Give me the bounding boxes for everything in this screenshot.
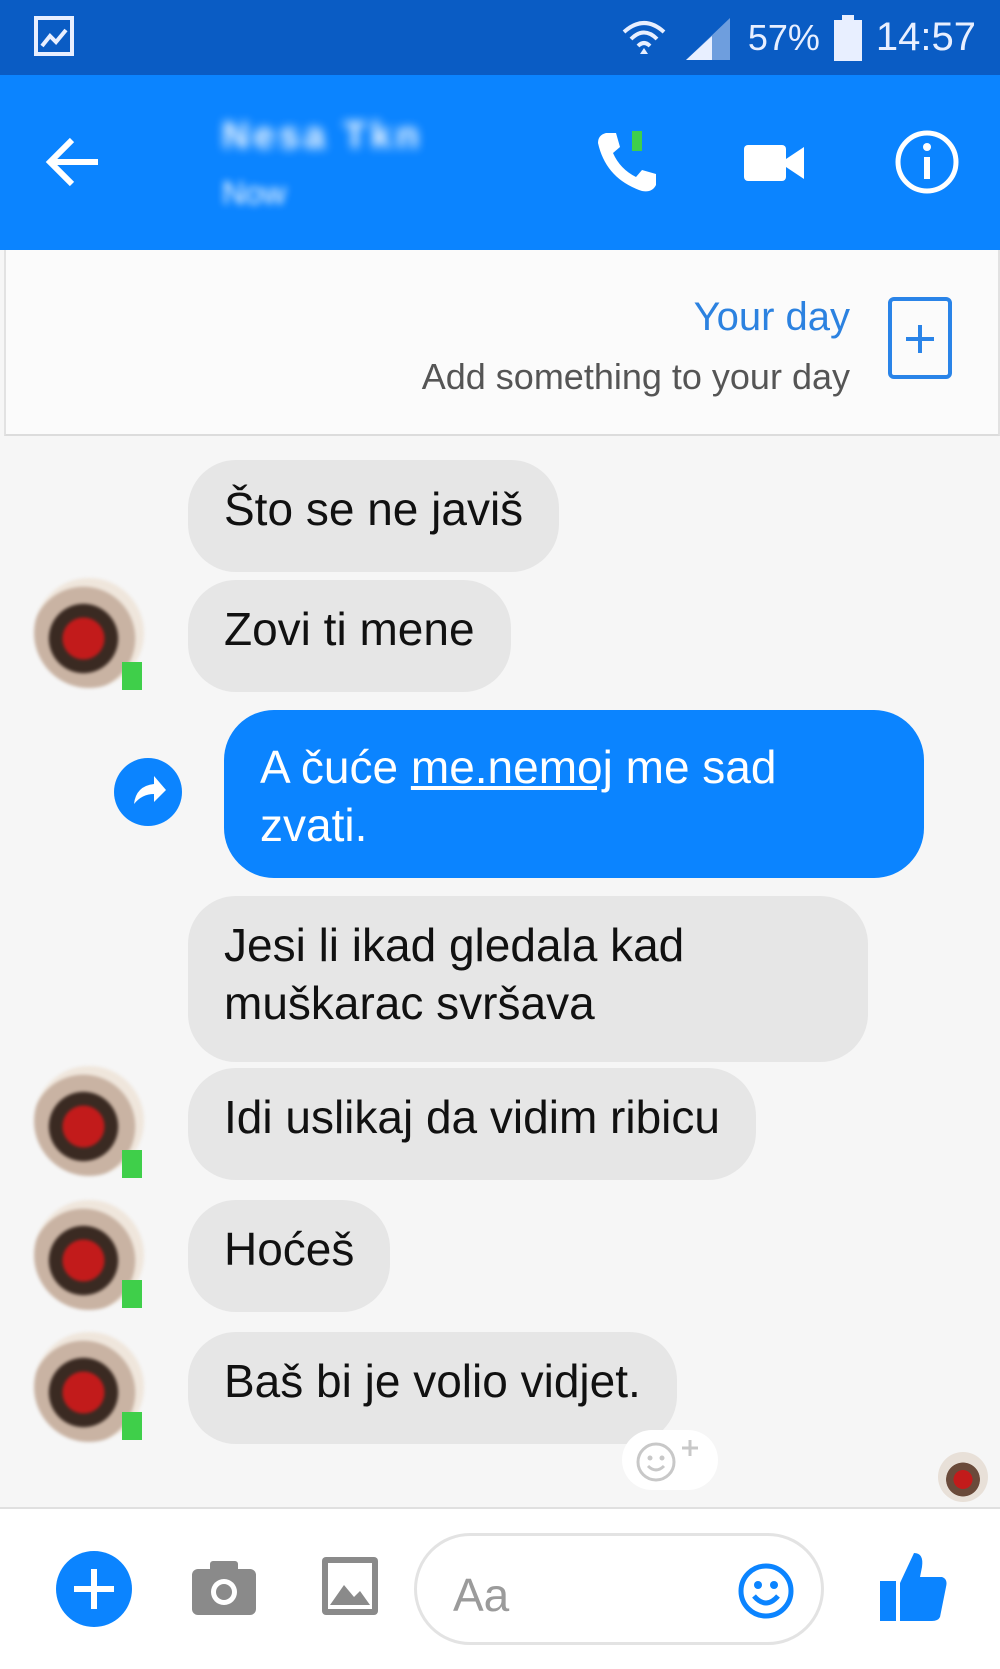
message-input[interactable]: Aa — [414, 1533, 824, 1645]
forward-button[interactable] — [114, 758, 182, 826]
message-bubble-sent[interactable]: A čuće me.nemoj me sad zvati. — [224, 710, 924, 878]
phone-icon[interactable] — [592, 127, 662, 197]
info-icon[interactable] — [892, 127, 962, 197]
online-indicator — [122, 1150, 142, 1178]
message-bubble[interactable]: Hoćeš — [188, 1200, 391, 1312]
contact-status: Now — [222, 175, 287, 211]
message-bubble[interactable]: Jesi li ikad gledala kad muškarac svršav… — [188, 896, 868, 1062]
add-story-button[interactable] — [888, 297, 952, 379]
message-bubble[interactable]: Baš bi je volio vidjet. — [188, 1332, 677, 1444]
message-text: Idi uslikaj da vidim ribicu — [224, 1091, 720, 1143]
message-input-placeholder: Aa — [453, 1569, 510, 1621]
plus-icon[interactable] — [56, 1551, 132, 1627]
clock: 14:57 — [875, 15, 976, 59]
signal-icon — [685, 17, 730, 60]
battery-percent: 57% — [747, 16, 820, 58]
your-day-title[interactable]: Your day — [694, 295, 850, 340]
message-text: Jesi li ikad gledala kad muškarac svršav… — [224, 919, 685, 1029]
image-icon[interactable] — [320, 1555, 380, 1617]
wifi-icon — [622, 20, 666, 54]
battery-icon — [833, 14, 862, 61]
message-text: Zovi ti mene — [224, 603, 475, 655]
forward-icon — [134, 776, 166, 804]
status-bar: 57% 14:57 — [0, 0, 1000, 75]
chat-header: Nesa Tkn Now — [0, 75, 1000, 250]
gallery-icon — [34, 16, 74, 56]
contact-name[interactable]: Nesa Tkn — [222, 115, 482, 159]
camera-icon[interactable] — [190, 1557, 258, 1617]
message-link[interactable]: me.nemoj — [411, 741, 613, 793]
seen-indicator-avatar — [938, 1452, 988, 1502]
message-bubble[interactable]: Što se ne javiš — [188, 460, 560, 572]
message-text: A čuće — [260, 741, 411, 793]
add-reaction-button[interactable] — [622, 1430, 718, 1490]
online-indicator — [122, 1280, 142, 1308]
online-indicator — [122, 1412, 142, 1440]
message-text: Hoćeš — [224, 1223, 355, 1275]
back-arrow-icon[interactable] — [44, 132, 104, 192]
online-indicator — [122, 662, 142, 690]
message-text: Što se ne javiš — [224, 483, 524, 535]
message-composer: Aa — [0, 1507, 1000, 1669]
message-text: Baš bi je volio vidjet. — [224, 1355, 641, 1407]
your-day-subtitle: Add something to your day — [421, 356, 850, 397]
message-bubble[interactable]: Zovi ti mene — [188, 580, 511, 692]
your-day-banner[interactable]: Your day Add something to your day — [4, 250, 1000, 436]
video-camera-icon[interactable] — [740, 133, 810, 193]
thumbs-up-icon[interactable] — [878, 1549, 950, 1625]
emoji-icon[interactable] — [737, 1562, 795, 1620]
emoji-plus-icon — [636, 1440, 698, 1482]
message-bubble[interactable]: Idi uslikaj da vidim ribicu — [188, 1068, 756, 1180]
